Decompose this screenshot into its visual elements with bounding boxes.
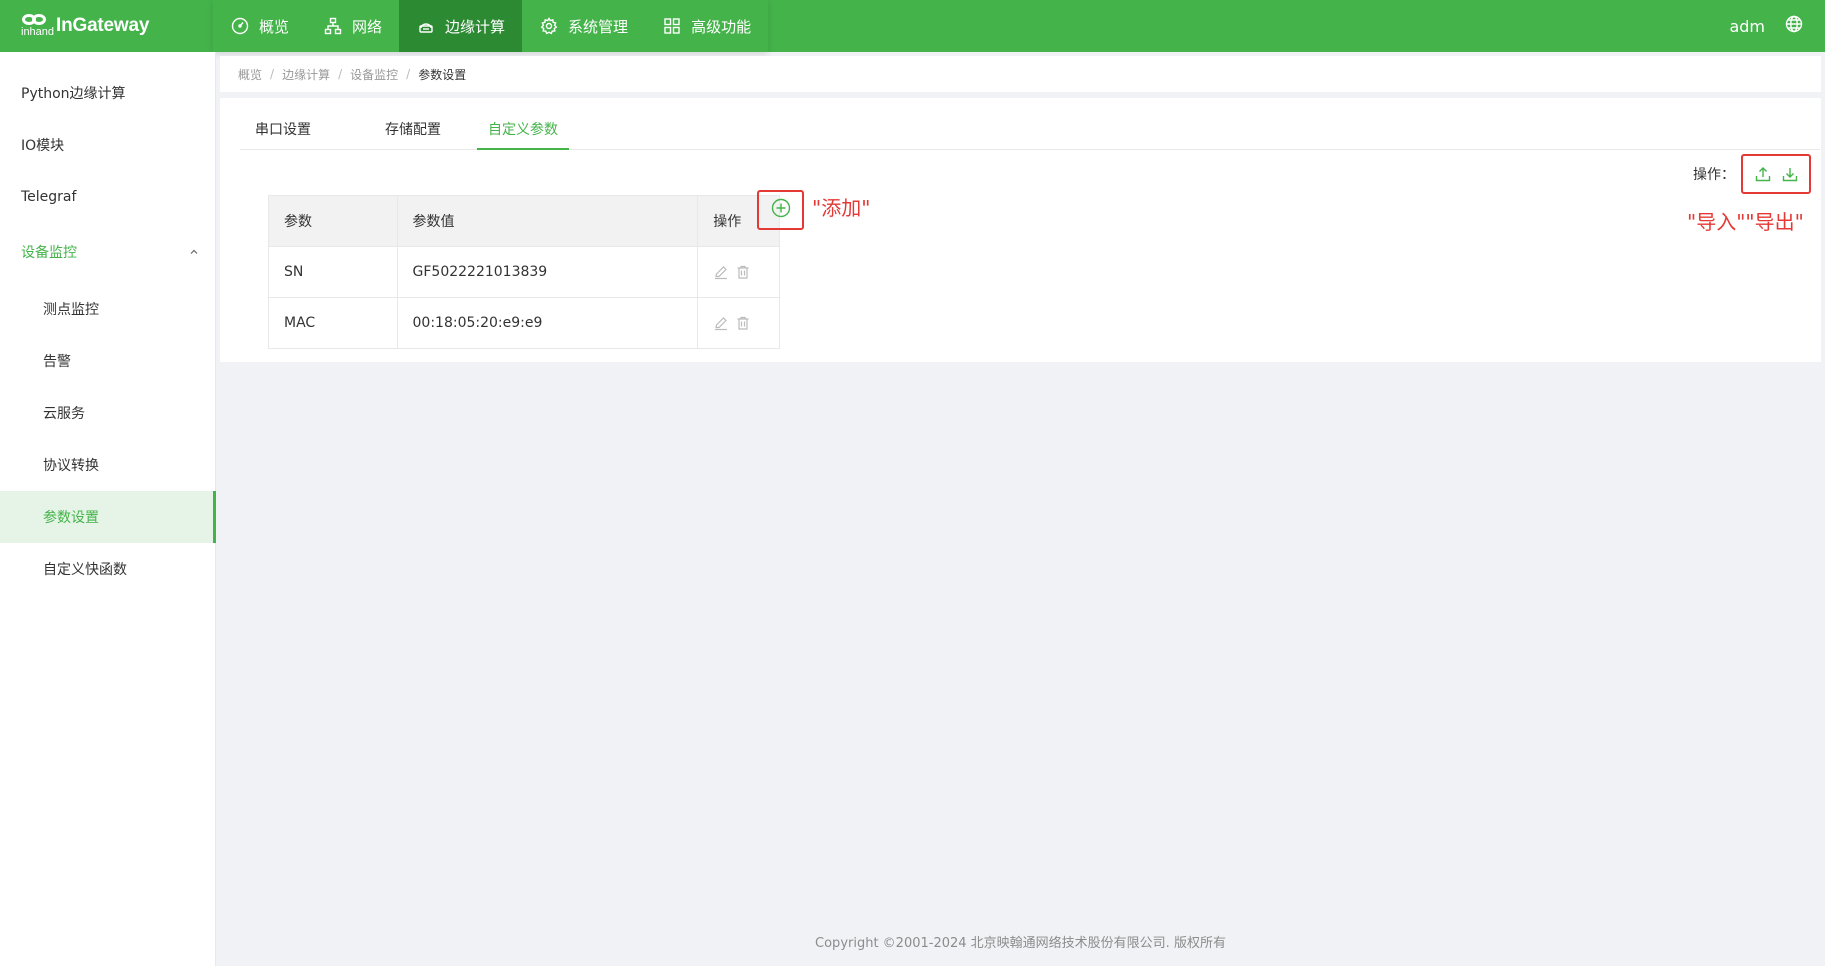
dashboard-icon [230, 16, 250, 36]
trash-icon[interactable] [735, 264, 751, 280]
param-name-cell: MAC [269, 298, 398, 348]
top-bar: inhand InGateway 概览 网络 边缘计算 系统管理 高级功能 ad… [0, 0, 1825, 52]
sidebar-item-protocol-conversion[interactable]: 协议转换 [0, 439, 216, 491]
nav-item-advanced[interactable]: 高级功能 [645, 0, 769, 52]
user-name[interactable]: adm [1729, 17, 1765, 36]
tab-storage-config[interactable]: 存储配置 [370, 112, 456, 150]
edit-icon[interactable] [713, 264, 729, 280]
sidebar-item-label: 设备监控 [21, 245, 77, 261]
content-card: 串口设置 存储配置 自定义参数 操作： 参数 参数值 操作 SN GF50222… [220, 98, 1821, 362]
tab-label: 存储配置 [385, 122, 441, 138]
sidebar-item-alarm[interactable]: 告警 [0, 335, 216, 387]
tab-serial-settings[interactable]: 串口设置 [240, 112, 326, 150]
trash-icon[interactable] [735, 315, 751, 331]
sidebar-item-label: 自定义快函数 [43, 562, 127, 578]
add-button[interactable] [757, 190, 804, 230]
import-export-highlight [1741, 154, 1811, 194]
nav-label: 概览 [259, 17, 290, 36]
column-header: 参数值 [398, 196, 699, 246]
nav-label: 高级功能 [691, 17, 752, 36]
globe-icon[interactable] [1785, 15, 1803, 37]
param-value-cell: 00:18:05:20:e9:e9 [398, 298, 699, 348]
plus-circle-icon [771, 198, 791, 222]
sidebar-item-label: Telegraf [21, 189, 77, 205]
sidebar-item-label: 参数设置 [43, 510, 99, 526]
footer-copyright: Copyright ©2001-2024 北京映翰通网络技术股份有限公司. 版权… [815, 936, 1226, 951]
actions-cell [698, 247, 779, 297]
breadcrumb: 概览 / 边缘计算 / 设备监控 / 参数设置 [220, 56, 1821, 92]
gear-icon [539, 16, 559, 36]
column-header: 参数 [269, 196, 398, 246]
sidebar-item-label: 云服务 [43, 406, 85, 422]
grid-icon [662, 16, 682, 36]
table-row: MAC 00:18:05:20:e9:e9 [269, 297, 779, 348]
breadcrumb-item[interactable]: 概览 [238, 66, 262, 83]
tab-custom-params[interactable]: 自定义参数 [477, 112, 569, 150]
param-name-cell: SN [269, 247, 398, 297]
sidebar-item-label: 测点监控 [43, 302, 99, 318]
sidebar-item-label: 告警 [43, 354, 71, 370]
nav-label: 网络 [352, 17, 383, 36]
sidebar-item-cloud-service[interactable]: 云服务 [0, 387, 216, 439]
edge-computing-icon [416, 16, 436, 36]
nav-label: 边缘计算 [445, 17, 506, 36]
table-row: SN GF5022221013839 [269, 246, 779, 297]
main-nav: 概览 网络 边缘计算 系统管理 高级功能 [213, 0, 769, 52]
breadcrumb-separator: / [338, 67, 343, 81]
sidebar-item-device-monitoring[interactable]: 设备监控 [0, 226, 216, 278]
sidebar-item-point-monitoring[interactable]: 测点监控 [0, 283, 216, 335]
operations-bar: 操作： [1693, 154, 1811, 194]
breadcrumb-separator: / [270, 67, 275, 81]
sidebar-item-label: IO模块 [21, 138, 65, 154]
tab-label: 串口设置 [255, 122, 311, 138]
breadcrumb-current: 参数设置 [418, 67, 467, 82]
sidebar-item-python[interactable]: Python边缘计算 [0, 67, 216, 119]
sidebar-item-parameter-settings[interactable]: 参数设置 [0, 491, 216, 543]
nav-item-overview[interactable]: 概览 [213, 0, 307, 52]
tab-bar: 串口设置 存储配置 自定义参数 [240, 112, 1820, 150]
logo-sub-text: inhand [21, 26, 55, 38]
custom-params-table: 参数 参数值 操作 SN GF5022221013839 MAC 00:18:0… [268, 195, 780, 349]
upload-icon[interactable] [1752, 163, 1774, 185]
logo-mark: inhand [20, 11, 55, 41]
nav-item-edge-computing[interactable]: 边缘计算 [399, 0, 523, 52]
table-header-row: 参数 参数值 操作 [269, 196, 779, 246]
breadcrumb-item[interactable]: 设备监控 [350, 66, 398, 83]
edit-icon[interactable] [713, 315, 729, 331]
brand-name: InGateway [56, 15, 150, 36]
tab-label: 自定义参数 [488, 122, 558, 138]
top-right: adm [1729, 0, 1803, 52]
breadcrumb-item[interactable]: 边缘计算 [282, 66, 330, 83]
download-icon[interactable] [1779, 163, 1801, 185]
sidebar: Python边缘计算 IO模块 Telegraf 设备监控 测点监控 告警 云服… [0, 52, 216, 966]
sidebar-item-io-module[interactable]: IO模块 [0, 119, 216, 171]
add-annotation: "添加" [812, 196, 871, 220]
nav-item-network[interactable]: 网络 [306, 0, 400, 52]
import-export-annotation: "导入""导出" [1687, 210, 1804, 234]
network-icon [323, 16, 343, 36]
nav-label: 系统管理 [568, 17, 629, 36]
logo[interactable]: inhand InGateway [20, 11, 149, 41]
actions-cell [698, 298, 779, 348]
sidebar-item-label: 协议转换 [43, 458, 99, 474]
sidebar-item-custom-functions[interactable]: 自定义快函数 [0, 543, 216, 595]
operations-label: 操作： [1693, 167, 1735, 183]
breadcrumb-separator: / [406, 67, 411, 81]
nav-item-system[interactable]: 系统管理 [522, 0, 646, 52]
sidebar-item-label: Python边缘计算 [21, 86, 126, 102]
param-value-cell: GF5022221013839 [398, 247, 699, 297]
chevron-up-icon [188, 246, 200, 258]
sidebar-item-telegraf[interactable]: Telegraf [0, 171, 216, 223]
